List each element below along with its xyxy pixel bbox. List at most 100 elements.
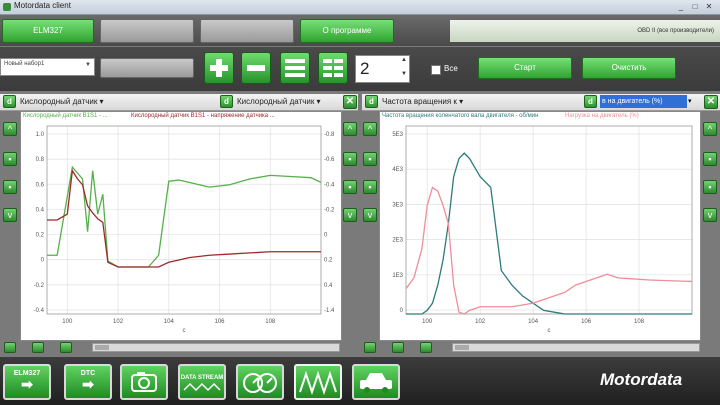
start-label: Старт [514, 63, 536, 72]
chevron-up-icon[interactable]: ▲ [401, 57, 407, 63]
all-label: Все [444, 64, 458, 73]
maximize-icon[interactable]: □ [690, 2, 700, 11]
panel-tool-icon[interactable]: ▪ [3, 152, 17, 166]
tab-label: ELM327 [33, 26, 63, 35]
y-right-tick-label: -0.8 [324, 132, 335, 138]
zoom-fit-icon[interactable] [32, 342, 44, 353]
zoom-reset-icon[interactable] [60, 342, 72, 353]
right-legend-1: Частота вращения коленчатого вала двигат… [382, 113, 539, 119]
graph-icon [299, 370, 337, 396]
window-title: Motordata client [14, 1, 71, 10]
elm327-nav-button[interactable]: ELM327 ➡ [3, 364, 51, 400]
close-icon[interactable]: ✕ [704, 2, 714, 11]
zoom-reset-icon[interactable] [420, 342, 432, 353]
panel-tool-icon[interactable]: ▪ [363, 152, 377, 166]
dtc-nav-button[interactable]: DTC ➡ [64, 364, 112, 400]
zoom-in-icon[interactable] [364, 342, 376, 353]
scroll-thumb[interactable] [455, 345, 469, 350]
vehicle-nav-button[interactable] [352, 364, 400, 400]
x-tick-label: 106 [581, 319, 592, 325]
left-chart-scrollbar[interactable] [92, 343, 340, 352]
y-tick-label: 5E3 [392, 132, 403, 138]
tab-label: О программе [322, 26, 372, 35]
close-left-panel-button[interactable]: ✕ [343, 95, 357, 109]
graph-count-value: 2 [360, 59, 370, 78]
scale-up-icon[interactable]: ^ [3, 122, 17, 136]
chevron-down-icon[interactable]: ▾ [688, 97, 692, 105]
panel-tool-icon[interactable]: ▪ [703, 180, 717, 194]
tab-elm327[interactable]: ELM327 [2, 19, 94, 43]
graph-count-stepper[interactable]: 2 ▲ ▼ [355, 55, 410, 83]
y-tick-label: 0.6 [36, 182, 45, 188]
scale-down-icon[interactable]: v [703, 208, 717, 222]
remove-button[interactable] [241, 52, 271, 84]
left-chart[interactable]: Кислородный датчик B1S1 - ... Кислородны… [20, 111, 342, 341]
scale-down-icon[interactable]: v [363, 208, 377, 222]
right-sensor-select-2[interactable]: в на двигатель (%) [600, 95, 687, 108]
scale-up-icon[interactable]: ^ [343, 122, 357, 136]
profile-select-value: Новый набор1 [4, 61, 45, 67]
add-button[interactable] [204, 52, 234, 84]
y-tick-label: 0 [41, 258, 45, 264]
tab-3[interactable] [200, 19, 294, 43]
left-legend-2: Кислородный датчик B1S1 - напряжение дат… [131, 113, 275, 119]
data-stream-nav-button[interactable]: DATA STREAM [178, 364, 226, 400]
all-checkbox[interactable] [431, 65, 441, 75]
left-sensor-select-2[interactable]: Кислородный датчик ▾ [237, 95, 337, 108]
panel-tool-icon[interactable]: ▪ [343, 152, 357, 166]
scroll-thumb[interactable] [95, 345, 109, 350]
x-tick-label: 100 [62, 319, 73, 325]
x-tick-label: 100 [422, 319, 433, 325]
zoom-fit-icon[interactable] [392, 342, 404, 353]
left-sensor-select-1[interactable]: Кислородный датчик ▾ [20, 95, 120, 108]
snapshot-nav-button[interactable] [120, 364, 168, 400]
car-icon [360, 373, 392, 393]
left-panel-header: d Кислородный датчик ▾ d Кислородный дат… [0, 94, 358, 111]
y-tick-label: -0.2 [34, 283, 45, 289]
right-chart-scrollbar[interactable] [452, 343, 700, 352]
x-tick-label: 104 [164, 319, 175, 325]
scale-up-icon[interactable]: ^ [703, 122, 717, 136]
panel-tool-icon[interactable]: ▪ [3, 180, 17, 194]
scale-down-icon[interactable]: v [343, 208, 357, 222]
minimize-icon[interactable]: _ [676, 2, 686, 11]
profile-select[interactable]: Новый набор1 ▼ [0, 58, 95, 76]
scale-up-icon[interactable]: ^ [363, 122, 377, 136]
y-tick-label: 1.0 [36, 132, 45, 138]
gauges-nav-button[interactable] [236, 364, 284, 400]
y-right-tick-label: -1.4 [324, 308, 335, 314]
x-tick-label: 102 [475, 319, 486, 325]
panel-tool-icon[interactable]: ▪ [703, 152, 717, 166]
y-right-tick-label: -0.2 [324, 207, 335, 213]
start-button[interactable]: Старт [478, 57, 572, 79]
sensor-settings-icon[interactable]: d [220, 95, 233, 108]
profile-action-button[interactable] [100, 58, 194, 78]
sensor-settings-icon[interactable]: d [584, 95, 597, 108]
right-sensor-select-1[interactable]: Частота вращения к ▾ [382, 95, 482, 108]
y-tick-label: 0.2 [36, 233, 45, 239]
layout-grid-button[interactable] [318, 52, 348, 84]
left-chart-canvas: 100 102 104 106 108 1.0 0.8 0.6 0.4 0.2 0 -0.2 -0.4 -… [34, 125, 335, 334]
minus-icon [247, 65, 265, 71]
right-legend-2: Нагрузка на двигатель (%) [565, 113, 639, 119]
clear-button[interactable]: Очистить [582, 57, 676, 79]
app-logo-icon [3, 3, 11, 11]
sensor-settings-icon[interactable]: d [3, 95, 16, 108]
scale-down-icon[interactable]: v [3, 208, 17, 222]
sensor-settings-icon[interactable]: d [365, 95, 378, 108]
zoom-in-icon[interactable] [4, 342, 16, 353]
tab-about[interactable]: О программе [300, 19, 394, 43]
plus-icon [210, 59, 228, 77]
tab-2[interactable] [100, 19, 194, 43]
y-tick-label: 1E3 [392, 273, 403, 279]
panel-tool-icon[interactable]: ▪ [343, 180, 357, 194]
brand-logo: Motordata [600, 370, 683, 389]
graphs-nav-button[interactable] [294, 364, 342, 400]
close-right-panel-button[interactable]: ✕ [704, 95, 718, 109]
right-chart[interactable]: Частота вращения коленчатого вала двигат… [379, 111, 701, 341]
panel-tool-icon[interactable]: ▪ [363, 180, 377, 194]
chevron-down-icon[interactable]: ▼ [401, 71, 407, 77]
y-tick-label: -0.4 [34, 308, 45, 314]
wave-icon [183, 382, 221, 392]
layout-rows-button[interactable] [280, 52, 310, 84]
